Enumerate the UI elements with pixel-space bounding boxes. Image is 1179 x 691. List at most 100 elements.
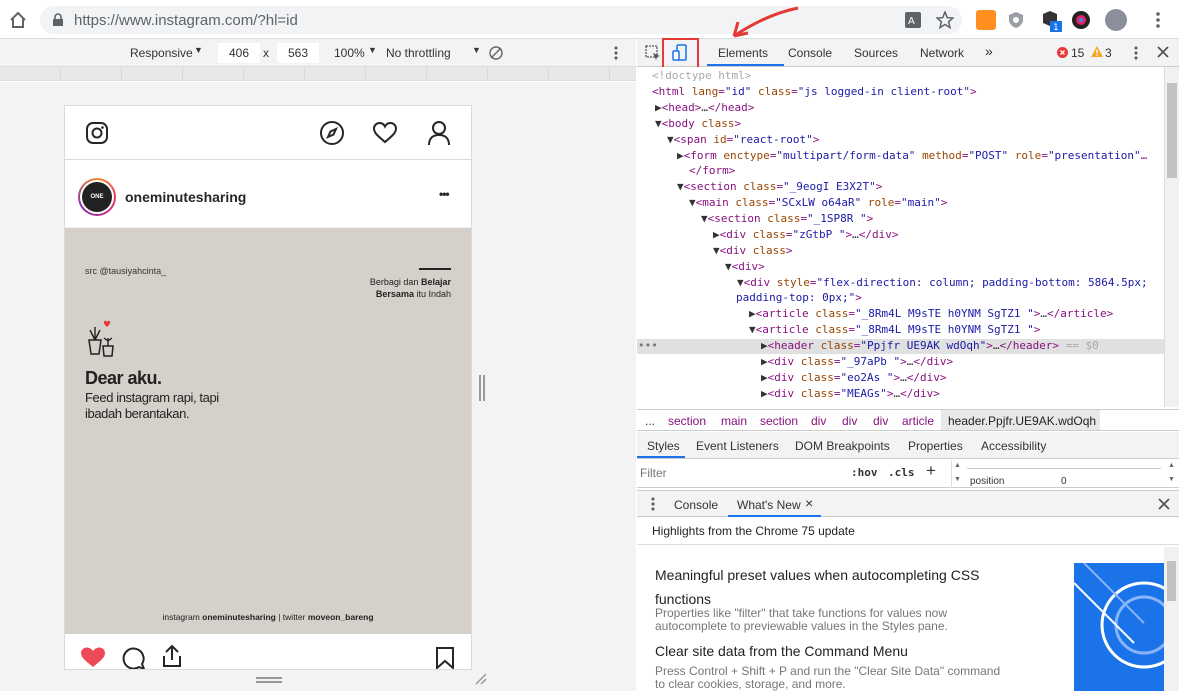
- post-image[interactable]: src @tausiyahcinta_ Berbagi dan Belajar …: [65, 228, 471, 634]
- color-wheel-extension-icon[interactable]: [1071, 10, 1091, 30]
- resize-handle-right[interactable]: [479, 375, 485, 401]
- dom-line[interactable]: <html lang="id" class="js logged-in clie…: [652, 85, 977, 99]
- breadcrumb-item[interactable]: ...: [645, 414, 655, 428]
- dom-line[interactable]: ▶<div class="eo2As ">…</div>: [761, 371, 946, 385]
- news-item-title[interactable]: Meaningful preset values when autocomple…: [655, 563, 980, 611]
- error-count[interactable]: 15: [1071, 46, 1084, 60]
- resize-corner-icon[interactable]: [474, 672, 488, 686]
- throttle-select[interactable]: No throttling: [386, 46, 451, 60]
- explore-compass-icon[interactable]: [319, 120, 345, 146]
- breadcrumb-item[interactable]: article: [902, 414, 934, 428]
- like-heart-icon[interactable]: [80, 646, 106, 668]
- dom-line[interactable]: ▶<div class="zGtbP ">…</div>: [713, 228, 898, 242]
- toggle-device-toolbar-icon[interactable]: [671, 44, 689, 62]
- news-item-title[interactable]: Clear site data from the Command Menu: [655, 643, 908, 659]
- dom-line[interactable]: ▶<div class="MEAGs">…</div>: [761, 387, 940, 401]
- tab-elements[interactable]: Elements: [718, 46, 768, 60]
- hov-button[interactable]: :hov: [851, 466, 878, 479]
- post-username[interactable]: oneminutesharing: [125, 189, 246, 205]
- scrollbar-thumb[interactable]: [1167, 561, 1176, 601]
- profile-icon[interactable]: [427, 120, 451, 146]
- dom-line[interactable]: ▼<div>: [725, 260, 765, 274]
- breadcrumb-item[interactable]: div: [873, 414, 888, 428]
- tab-sources[interactable]: Sources: [854, 46, 898, 60]
- star-icon[interactable]: [936, 11, 954, 29]
- share-icon[interactable]: [161, 644, 183, 668]
- drawer-tab-whats-new[interactable]: What's New: [737, 498, 801, 512]
- more-options-button[interactable]: •••: [439, 187, 450, 201]
- dom-line[interactable]: ▶<head>…</head>: [655, 101, 754, 115]
- dom-line[interactable]: <!doctype html>: [652, 69, 751, 83]
- profile-avatar[interactable]: [1105, 9, 1127, 31]
- dom-line[interactable]: ▼<section class="_1SP8R ">: [701, 212, 873, 226]
- drawer-menu-icon[interactable]: [650, 497, 656, 511]
- inspect-element-icon[interactable]: [645, 45, 661, 61]
- drawer-tab-console[interactable]: Console: [674, 498, 718, 512]
- breadcrumb-item[interactable]: main: [721, 414, 747, 428]
- breadcrumb-item-active[interactable]: header.Ppjfr.UE9AK.wdOqh: [948, 414, 1096, 428]
- zoom-select[interactable]: 100%: [334, 46, 365, 60]
- tab-styles[interactable]: Styles: [647, 439, 680, 453]
- save-bookmark-icon[interactable]: [435, 646, 455, 670]
- scroll-down-icon[interactable]: ▼: [954, 476, 961, 483]
- width-input[interactable]: 406: [218, 43, 260, 63]
- dom-line[interactable]: ▶<header class="Ppjfr UE9AK wdOqh">…</he…: [761, 339, 1099, 353]
- new-rule-button[interactable]: +: [926, 461, 936, 481]
- scrollbar-thumb[interactable]: [1167, 83, 1177, 178]
- dom-line[interactable]: ▶<form enctype="multipart/form-data" met…: [677, 149, 1147, 163]
- extension-orange-icon[interactable]: [976, 10, 996, 30]
- menu-kebab-icon[interactable]: [1150, 11, 1166, 29]
- tab-accessibility[interactable]: Accessibility: [981, 439, 1046, 453]
- dom-line[interactable]: ▼<article class="_8Rm4L M9sTE h0YNM SgTZ…: [749, 323, 1040, 337]
- tab-console[interactable]: Console: [788, 46, 832, 60]
- tab-dom-breakpoints[interactable]: DOM Breakpoints: [795, 439, 890, 453]
- height-input[interactable]: 563: [277, 43, 319, 63]
- breadcrumb-item[interactable]: div: [811, 414, 826, 428]
- tab-properties[interactable]: Properties: [908, 439, 963, 453]
- home-icon[interactable]: [8, 10, 28, 30]
- drawer-scrollbar[interactable]: [1164, 547, 1179, 691]
- dom-line[interactable]: ▼<section class="_9eogI E3X2T">: [677, 180, 882, 194]
- url-text[interactable]: https://www.instagram.com/?hl=id: [74, 12, 298, 29]
- styles-filter-input[interactable]: [640, 463, 840, 483]
- cube-extension-icon[interactable]: 1: [1040, 9, 1062, 33]
- error-icon[interactable]: [1057, 47, 1068, 58]
- shield-extension-icon[interactable]: [1006, 10, 1026, 30]
- chrome-update-thumbnail-icon[interactable]: [1074, 563, 1164, 691]
- rotate-icon[interactable]: [488, 45, 504, 61]
- instagram-logo-icon[interactable]: [85, 121, 109, 145]
- device-options-icon[interactable]: [610, 45, 622, 61]
- breadcrumb-item[interactable]: div: [842, 414, 857, 428]
- close-drawer-icon[interactable]: [1158, 498, 1170, 510]
- activity-heart-icon[interactable]: [372, 121, 398, 145]
- tab-event-listeners[interactable]: Event Listeners: [696, 439, 779, 453]
- close-devtools-icon[interactable]: [1157, 46, 1169, 58]
- avatar[interactable]: ONE: [78, 178, 116, 216]
- cls-button[interactable]: .cls: [888, 466, 915, 479]
- close-tab-icon[interactable]: ×: [805, 495, 813, 511]
- tab-network[interactable]: Network: [920, 46, 964, 60]
- devtools-menu-icon[interactable]: [1131, 45, 1141, 61]
- dom-line[interactable]: ▶<div class="_97aPb ">…</div>: [761, 355, 953, 369]
- dom-tree[interactable]: <!doctype html> <html lang="id" class="j…: [637, 67, 1164, 407]
- dom-line[interactable]: ▼<div class>: [713, 244, 793, 258]
- device-mode-select[interactable]: Responsive: [130, 46, 193, 60]
- translate-icon[interactable]: A: [904, 11, 922, 29]
- dom-line[interactable]: padding-top: 0px;">: [736, 291, 862, 305]
- breadcrumb-item[interactable]: section: [760, 414, 798, 428]
- resize-handle-bottom[interactable]: [256, 677, 282, 683]
- dom-line[interactable]: ▼<span id="react-root">: [667, 133, 819, 147]
- breadcrumb-item[interactable]: section: [668, 414, 706, 428]
- dom-line[interactable]: ▼<main class="SCxLW o64aR" role="main">: [689, 196, 947, 210]
- dom-line[interactable]: ▼<body class>: [655, 117, 741, 131]
- dom-scrollbar[interactable]: [1164, 67, 1179, 407]
- scroll-down-icon[interactable]: ▼: [1168, 476, 1175, 483]
- scroll-up-icon[interactable]: ▲: [1168, 462, 1175, 469]
- warning-count[interactable]: 3: [1105, 46, 1112, 60]
- media-query-ruler[interactable]: [0, 67, 636, 81]
- dom-line[interactable]: ▼<div style="flex-direction: column; pad…: [737, 276, 1148, 290]
- comment-icon[interactable]: [121, 646, 145, 670]
- more-tabs-button[interactable]: »: [985, 43, 993, 59]
- dom-line[interactable]: ▶<article class="_8Rm4L M9sTE h0YNM SgTZ…: [749, 307, 1113, 321]
- scroll-up-icon[interactable]: ▲: [954, 462, 961, 469]
